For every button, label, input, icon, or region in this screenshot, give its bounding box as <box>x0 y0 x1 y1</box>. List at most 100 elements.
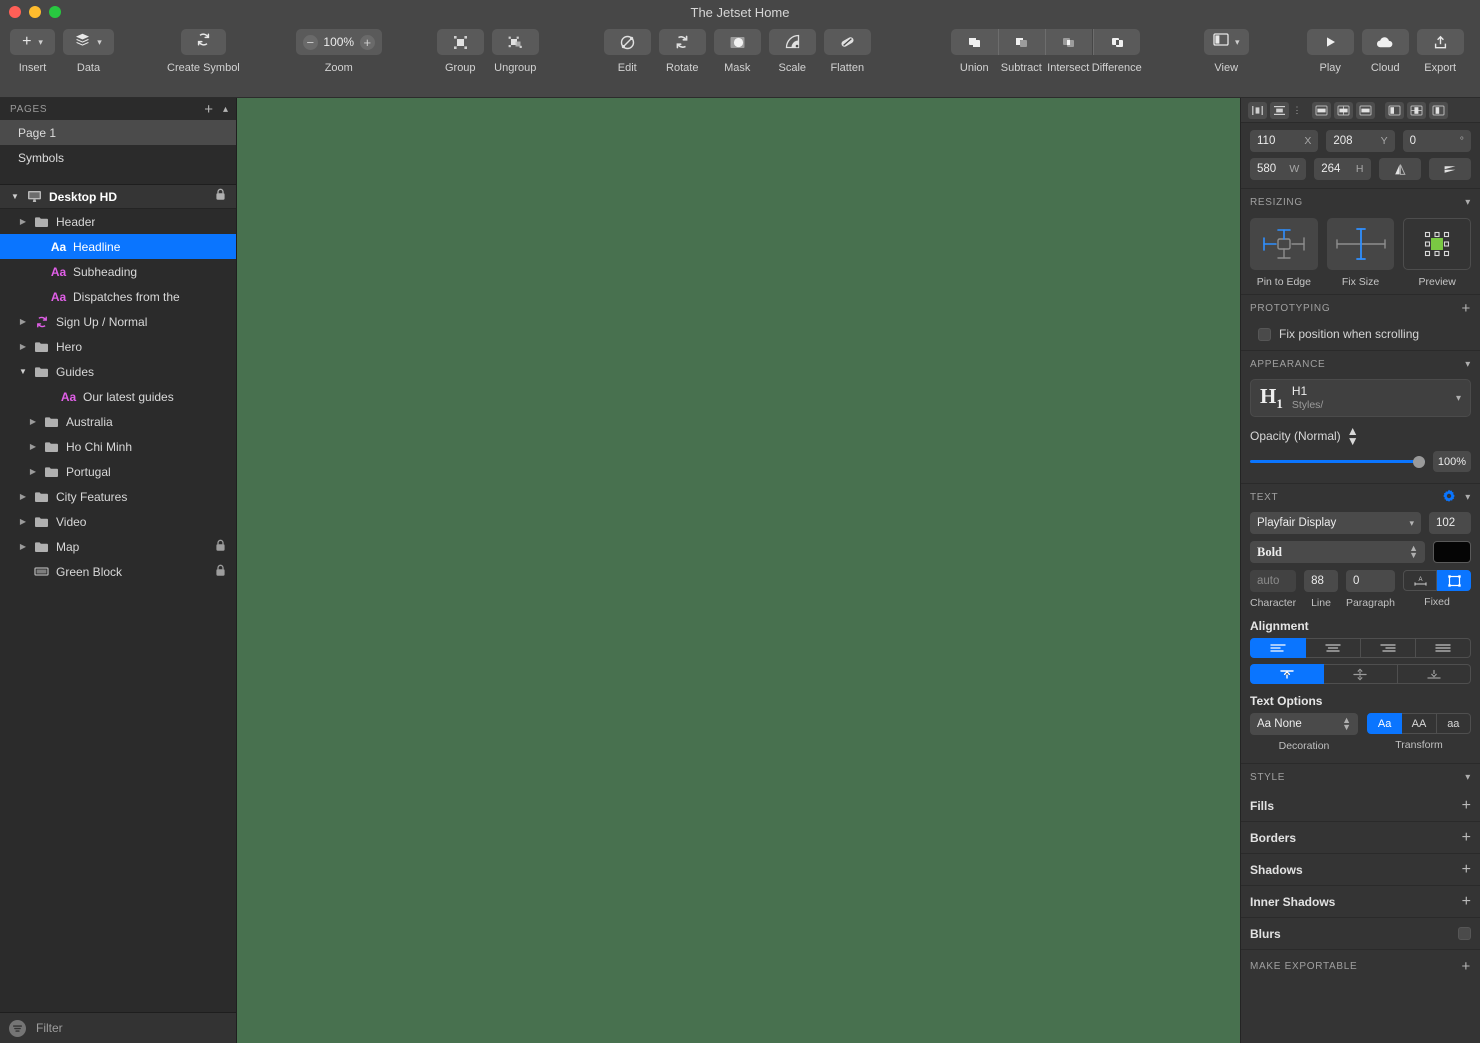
transform-lowercase-button[interactable]: aa <box>1436 713 1471 735</box>
ungroup-button[interactable] <box>491 29 539 55</box>
add-export-icon[interactable]: + <box>1462 959 1471 974</box>
chevron-right-icon[interactable]: ▶ <box>16 317 30 326</box>
minimize-window-button[interactable] <box>29 6 41 18</box>
layer-row-australia[interactable]: ▶ Australia <box>0 409 236 434</box>
layer-row-ho-chi-minh[interactable]: ▶ Ho Chi Minh <box>0 434 236 459</box>
opacity-value[interactable]: 100% <box>1433 451 1471 473</box>
blurs-checkbox[interactable] <box>1458 927 1471 941</box>
toolbar-export[interactable]: Export <box>1416 24 1464 74</box>
chevron-right-icon[interactable]: ▶ <box>26 467 40 476</box>
chevron-down-icon[interactable]: ▾ <box>1465 359 1471 370</box>
maximize-window-button[interactable] <box>49 6 61 18</box>
page-item-symbols[interactable]: Symbols <box>0 145 236 170</box>
chevron-up-icon[interactable]: ▴ <box>223 104 228 115</box>
layer-row-green-block[interactable]: Green Block <box>0 559 236 584</box>
play-button[interactable] <box>1306 29 1354 55</box>
pin-to-edge-option[interactable]: Pin to Edge <box>1250 218 1318 288</box>
opacity-slider[interactable] <box>1250 455 1425 468</box>
align-bottom-icon[interactable] <box>1429 101 1448 119</box>
toolbar-view[interactable]: ▾ View <box>1203 24 1249 74</box>
text-style-selector[interactable]: H1 H1 Styles/ ▾ <box>1250 379 1471 417</box>
toolbar-ungroup[interactable]: Ungroup <box>491 24 539 74</box>
line-spacing[interactable]: 88 Line <box>1304 570 1338 609</box>
layer-row-header[interactable]: ▶ Header <box>0 209 236 234</box>
style-row-inner-shadows[interactable]: Inner Shadows + <box>1241 886 1480 919</box>
artboard-row-desktop-hd[interactable]: ▼ Desktop HD <box>0 185 236 209</box>
chevron-down-icon[interactable]: ▼ <box>16 367 30 376</box>
preview-icon[interactable] <box>1403 218 1472 270</box>
decoration-select[interactable]: Aa None ▲ ▼ <box>1250 713 1358 736</box>
opacity-slider-knob[interactable] <box>1413 455 1425 468</box>
toolbar-intersect[interactable]: Intersect <box>1044 24 1092 74</box>
toolbar-scale[interactable]: Scale <box>768 24 816 74</box>
gear-icon[interactable] <box>1442 489 1456 506</box>
stepper-icon[interactable]: ▲ ▼ <box>1342 715 1351 732</box>
chevron-down-icon[interactable]: ▾ <box>1465 772 1471 783</box>
fix-position-checkbox[interactable] <box>1258 327 1271 341</box>
fix-position-checkbox-row[interactable]: Fix position when scrolling <box>1241 321 1480 350</box>
flip-horizontal-button[interactable] <box>1378 158 1421 180</box>
difference-button[interactable] <box>1093 29 1141 55</box>
edit-button[interactable] <box>603 29 651 55</box>
font-weight-select[interactable]: Bold ▲ ▼ <box>1250 541 1425 564</box>
preview-option[interactable]: Preview <box>1403 218 1472 288</box>
layer-row-headline[interactable]: Aa Headline <box>0 234 236 259</box>
group-button[interactable] <box>436 29 484 55</box>
layer-row-our-latest-guides[interactable]: Aa Our latest guides <box>0 384 236 409</box>
filter-input[interactable]: Filter <box>36 1021 63 1035</box>
character-spacing-field[interactable]: auto <box>1250 570 1297 593</box>
chevron-right-icon[interactable]: ▶ <box>26 442 40 451</box>
toolbar-mask[interactable]: Mask <box>713 24 761 74</box>
toolbar-difference[interactable]: Difference <box>1092 24 1142 74</box>
style-row-blurs[interactable]: Blurs <box>1241 918 1480 951</box>
toolbar-cloud[interactable]: Cloud <box>1361 24 1409 74</box>
transform-none-button[interactable]: Aa <box>1367 713 1403 735</box>
page-item-page-1[interactable]: Page 1 <box>0 120 236 145</box>
zoom-in-icon[interactable]: + <box>359 34 375 50</box>
blend-mode-stepper-icon[interactable]: ▲ ▼ <box>1347 425 1359 447</box>
toolbar-flatten[interactable]: Flatten <box>823 24 871 74</box>
align-text-bottom-button[interactable] <box>1397 664 1471 685</box>
chevron-down-icon[interactable]: ▾ <box>1465 492 1471 503</box>
style-row-borders[interactable]: Borders + <box>1241 822 1480 855</box>
cloud-button[interactable] <box>1361 29 1409 55</box>
subtract-button[interactable] <box>997 29 1045 55</box>
height-field[interactable]: 264 H <box>1314 158 1371 180</box>
layer-row-video[interactable]: ▶ Video <box>0 509 236 534</box>
rotate-button[interactable] <box>658 29 706 55</box>
align-text-middle-button[interactable] <box>1324 664 1398 685</box>
add-page-icon[interactable]: + <box>204 102 213 117</box>
transform-uppercase-button[interactable]: AA <box>1402 713 1437 735</box>
chevron-down-icon[interactable]: ▼ <box>8 192 22 201</box>
intersect-button[interactable] <box>1044 29 1092 55</box>
chevron-right-icon[interactable]: ▶ <box>16 542 30 551</box>
chevron-right-icon[interactable]: ▶ <box>16 217 30 226</box>
design-canvas[interactable] <box>237 98 1240 1043</box>
toolbar-zoom[interactable]: − 100% + Zoom <box>295 24 382 74</box>
layer-row-sign-up-normal[interactable]: ▶ Sign Up / Normal <box>0 309 236 334</box>
add-inner-shadow-icon[interactable]: + <box>1462 893 1471 910</box>
width-field[interactable]: 580 W <box>1250 158 1307 180</box>
union-button[interactable] <box>950 29 998 55</box>
chevron-right-icon[interactable]: ▶ <box>26 417 40 426</box>
lock-icon[interactable] <box>215 564 226 580</box>
align-text-left-button[interactable] <box>1250 638 1306 659</box>
toolbar-edit[interactable]: Edit <box>603 24 651 74</box>
align-text-top-button[interactable] <box>1250 664 1325 685</box>
toolbar-data[interactable]: ▾ Data <box>63 24 114 74</box>
add-shadow-icon[interactable]: + <box>1462 861 1471 878</box>
align-center-horizontal-icon[interactable] <box>1334 101 1353 119</box>
paragraph-spacing[interactable]: 0 Paragraph <box>1345 570 1395 609</box>
toolbar-subtract[interactable]: Subtract <box>997 24 1045 74</box>
layer-row-guides[interactable]: ▼ Guides <box>0 359 236 384</box>
fix-size-option[interactable]: Fix Size <box>1326 218 1395 288</box>
chevron-right-icon[interactable]: ▶ <box>16 517 30 526</box>
layer-row-city-features[interactable]: ▶ City Features <box>0 484 236 509</box>
align-text-center-button[interactable] <box>1306 638 1361 659</box>
auto-width-button[interactable]: A <box>1403 570 1437 592</box>
lock-icon[interactable] <box>215 188 226 206</box>
chevron-right-icon[interactable]: ▶ <box>16 492 30 501</box>
create-symbol-button[interactable] <box>180 29 226 55</box>
add-border-icon[interactable]: + <box>1462 829 1471 846</box>
zoom-control[interactable]: − 100% + <box>295 29 382 55</box>
